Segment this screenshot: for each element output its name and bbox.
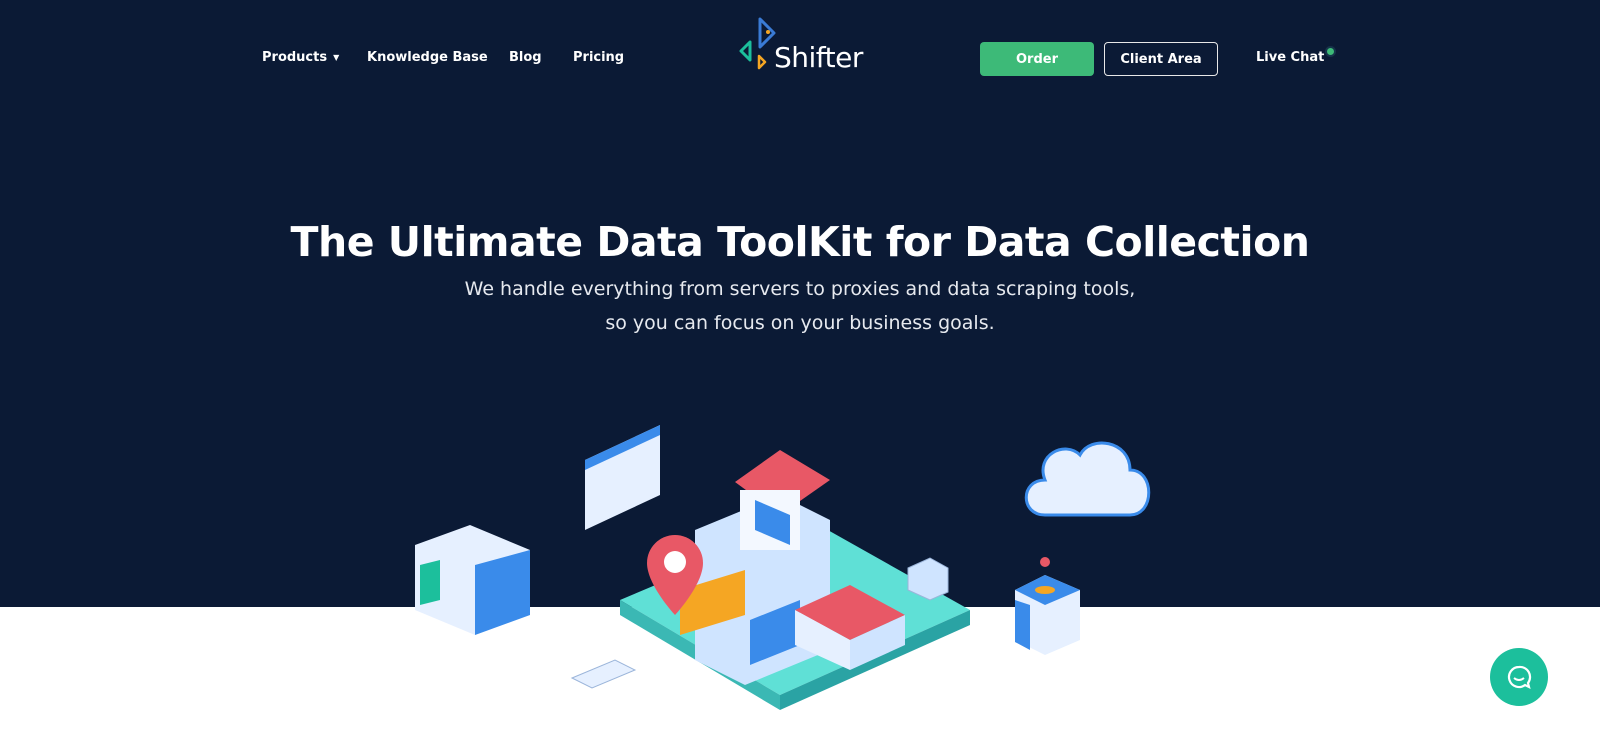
hero-subtitle-line2: so you can focus on your business goals. — [605, 312, 995, 334]
chat-bubble-icon — [1507, 665, 1532, 690]
logo[interactable]: Shifter — [738, 16, 863, 74]
logo-mark-icon — [739, 17, 776, 70]
online-status-dot — [1327, 48, 1334, 55]
nav-blog[interactable]: Blog — [509, 50, 542, 65]
page-title: The Ultimate Data ToolKit for Data Colle… — [290, 218, 1310, 266]
logo-text: Shifter — [774, 41, 863, 74]
top-nav: Products ▼ Knowledge Base Blog Pricing Sh… — [0, 0, 1600, 118]
caret-down-icon: ▼ — [333, 53, 340, 62]
order-button[interactable]: Order — [980, 42, 1094, 76]
chat-widget-button[interactable] — [1490, 648, 1548, 706]
nav-products-label: Products — [262, 50, 328, 65]
client-area-button[interactable]: Client Area — [1104, 42, 1218, 76]
hero-illustration — [415, 425, 1151, 710]
nav-pricing[interactable]: Pricing — [573, 50, 624, 65]
live-chat-link[interactable]: Live Chat — [1256, 50, 1324, 65]
nav-products[interactable]: Products ▼ — [262, 50, 339, 65]
nav-knowledge-base[interactable]: Knowledge Base — [367, 50, 488, 65]
hero-subtitle-line1: We handle everything from servers to pro… — [464, 278, 1136, 300]
